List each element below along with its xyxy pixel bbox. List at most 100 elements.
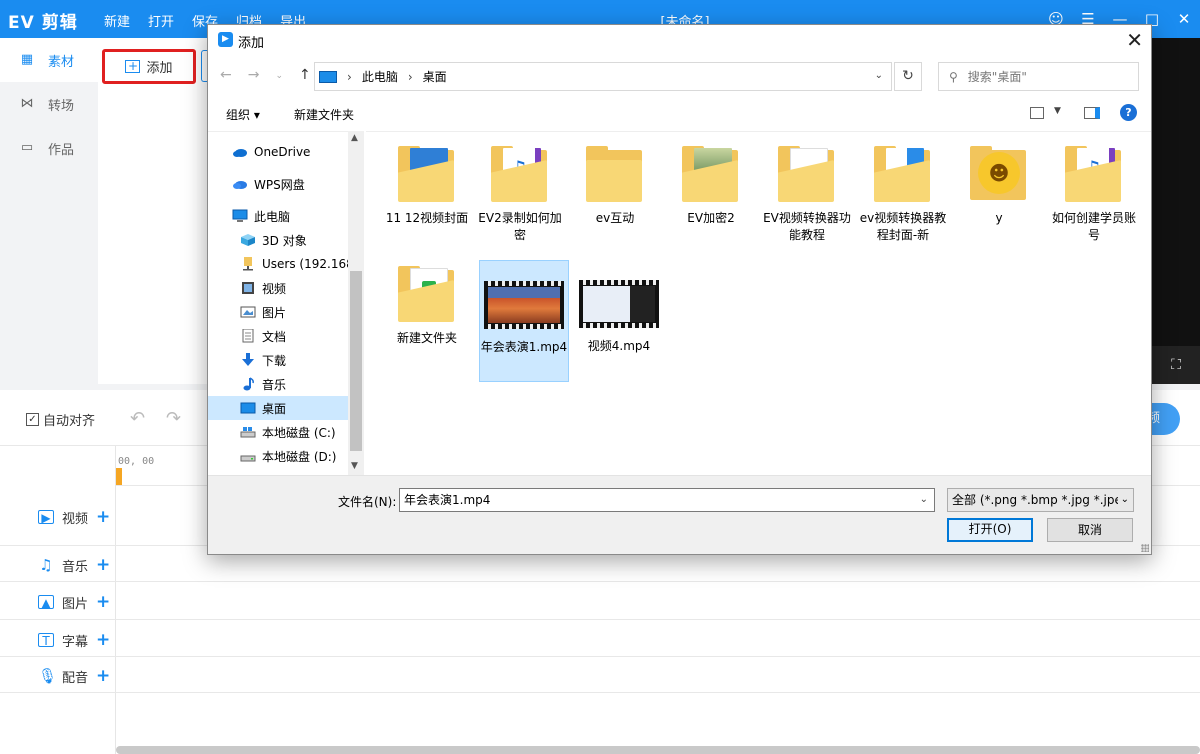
tree-item-this-pc[interactable]: 此电脑: [208, 204, 348, 228]
tree-label: 3D 对象: [262, 233, 307, 248]
file-item[interactable]: EV视频转换器功能教程: [762, 132, 852, 244]
breadcrumb-desktop[interactable]: 桌面: [423, 68, 447, 85]
tree-item-desktop[interactable]: 桌面: [208, 396, 348, 420]
up-icon[interactable]: ↑: [299, 67, 311, 85]
resize-grip[interactable]: [1141, 544, 1149, 552]
file-name: EV2录制如何加密: [478, 211, 562, 242]
preview-pane-icon[interactable]: [1084, 107, 1100, 119]
file-name: 新建文件夹: [396, 331, 457, 345]
add-video-plus[interactable]: +: [96, 507, 110, 527]
tree-scrollbar[interactable]: ▲ ▼: [348, 131, 364, 475]
file-item[interactable]: 新建文件夹: [382, 252, 472, 347]
add-file-dialog: ▶ 添加 ✕ ← → ⌄ ↑ › 此电脑 › 桌面 ⌄ ↻ ⚲ 搜索"桌面" 组…: [207, 24, 1152, 555]
redo-icon[interactable]: ↷: [166, 408, 181, 429]
add-music-plus[interactable]: +: [96, 555, 110, 575]
side-item-works[interactable]: ▭ 作品: [0, 126, 98, 170]
file-item[interactable]: ☻ y: [954, 132, 1044, 227]
computer-icon: [232, 209, 248, 222]
auto-align-checkbox[interactable]: ✓ 自动对齐: [26, 410, 95, 429]
filename-input[interactable]: 年会表演1.mp4 ⌄: [399, 488, 935, 512]
file-item[interactable]: 视频4.mp4: [574, 260, 664, 355]
tree-item-disk-d[interactable]: 本地磁盘 (D:): [208, 444, 348, 468]
file-item[interactable]: ♫ 如何创建学员账号: [1049, 132, 1139, 244]
add-subtitle-plus[interactable]: +: [96, 630, 110, 650]
tree-label: Users (192.168: [262, 257, 348, 271]
nav-arrows: ← → ⌄ ↑: [220, 67, 311, 85]
file-name: 年会表演1.mp4: [480, 340, 568, 354]
timeline-scrollbar[interactable]: [116, 746, 1200, 754]
tree-item-users[interactable]: Users (192.168: [208, 252, 348, 276]
add-media-button[interactable]: + 添加: [102, 49, 196, 84]
add-icon: +: [125, 60, 141, 73]
tree-label: 图片: [262, 305, 287, 320]
dialog-close-icon[interactable]: ✕: [1126, 28, 1143, 52]
fullscreen-icon[interactable]: ⛶: [1152, 346, 1200, 384]
subtitle-track-icon: T: [38, 633, 54, 648]
view-dropdown-icon[interactable]: ▼: [1054, 106, 1061, 116]
side-item-transitions[interactable]: ⋈ 转场: [0, 82, 98, 126]
tree-item-wps[interactable]: WPS网盘: [208, 172, 348, 196]
tree-label: OneDrive: [254, 145, 311, 159]
chevron-down-icon[interactable]: ⌄: [920, 489, 928, 511]
tree-item-disk-c[interactable]: 本地磁盘 (C:): [208, 420, 348, 444]
tree-item-music[interactable]: 音乐: [208, 372, 348, 396]
file-item-selected[interactable]: 年会表演1.mp4: [479, 260, 569, 382]
track-name: 配音: [62, 670, 89, 686]
file-name: 如何创建学员账号: [1051, 211, 1136, 242]
filetype-select[interactable]: 全部 (*.png *.bmp *.jpg *.jpe ⌄: [947, 488, 1134, 512]
tree-label: 文档: [262, 329, 287, 344]
undo-icon[interactable]: ↶: [130, 408, 145, 429]
recent-dropdown-icon[interactable]: ⌄: [275, 67, 283, 85]
breadcrumb-this-pc[interactable]: 此电脑: [362, 68, 398, 85]
scroll-up-icon[interactable]: ▲: [351, 133, 358, 143]
navigation-tree: OneDrive WPS网盘 此电脑 3D 对象 Users (192.168 …: [208, 131, 364, 475]
tree-item-videos[interactable]: 视频: [208, 276, 348, 300]
search-input[interactable]: ⚲ 搜索"桌面": [938, 62, 1139, 91]
scroll-down-icon[interactable]: ▼: [351, 461, 358, 471]
open-button[interactable]: 打开(O): [947, 518, 1033, 542]
chevron-right-icon[interactable]: ›: [347, 70, 352, 84]
file-item[interactable]: ♫ EV2录制如何加密: [475, 132, 565, 244]
folder-icon: ♫: [1065, 146, 1123, 202]
file-item[interactable]: EV加密2: [666, 132, 756, 227]
chevron-down-icon[interactable]: ⌄: [1117, 489, 1129, 511]
add-image-plus[interactable]: +: [96, 592, 110, 612]
chevron-down-icon[interactable]: ⌄: [875, 70, 883, 81]
filetype-value: 全部 (*.png *.bmp *.jpg *.jpe: [952, 493, 1122, 507]
file-name: EV视频转换器功能教程: [763, 211, 851, 242]
tree-item-downloads[interactable]: 下载: [208, 348, 348, 372]
forward-icon[interactable]: →: [248, 67, 260, 85]
tree-item-3d[interactable]: 3D 对象: [208, 228, 348, 252]
transition-icon: ⋈: [20, 96, 34, 111]
disk-d-icon: [240, 455, 256, 462]
view-mode-icon[interactable]: [1030, 107, 1044, 119]
tree-label: 音乐: [262, 377, 287, 392]
new-folder-button[interactable]: 新建文件夹: [294, 106, 354, 123]
scroll-thumb[interactable]: [350, 271, 362, 451]
side-item-materials[interactable]: ▦ 素材: [0, 38, 98, 82]
back-icon[interactable]: ←: [220, 67, 232, 85]
documents-folder-icon: [242, 329, 254, 343]
cancel-button[interactable]: 取消: [1047, 518, 1133, 542]
voice-track-icon: 🎙: [38, 667, 58, 685]
filename-label: 文件名(N):: [338, 495, 397, 509]
address-bar[interactable]: › 此电脑 › 桌面 ⌄: [314, 62, 892, 91]
file-name: ev互动: [595, 211, 635, 225]
tree-item-documents[interactable]: 文档: [208, 324, 348, 348]
help-icon[interactable]: ?: [1120, 104, 1137, 121]
preview-area: [1152, 38, 1200, 346]
add-voice-plus[interactable]: +: [96, 666, 110, 686]
file-item[interactable]: 11 12视频封面: [382, 132, 472, 227]
side-nav: ▦ 素材 ⋈ 转场 ▭ 作品: [0, 38, 98, 384]
track-label: T 字幕 +: [38, 630, 110, 650]
playhead-handle[interactable]: [116, 468, 122, 485]
file-item[interactable]: ev互动: [570, 132, 660, 227]
close-icon[interactable]: ✕: [1174, 9, 1194, 29]
tree-item-pictures[interactable]: 图片: [208, 300, 348, 324]
chevron-right-icon[interactable]: ›: [408, 70, 413, 84]
refresh-icon[interactable]: ↻: [894, 62, 922, 91]
organize-button[interactable]: 组织 ▾: [226, 106, 260, 123]
file-item[interactable]: ev视频转换器教程封面-新: [858, 132, 948, 244]
file-name: EV加密2: [687, 211, 735, 225]
tree-item-onedrive[interactable]: OneDrive: [208, 140, 348, 164]
